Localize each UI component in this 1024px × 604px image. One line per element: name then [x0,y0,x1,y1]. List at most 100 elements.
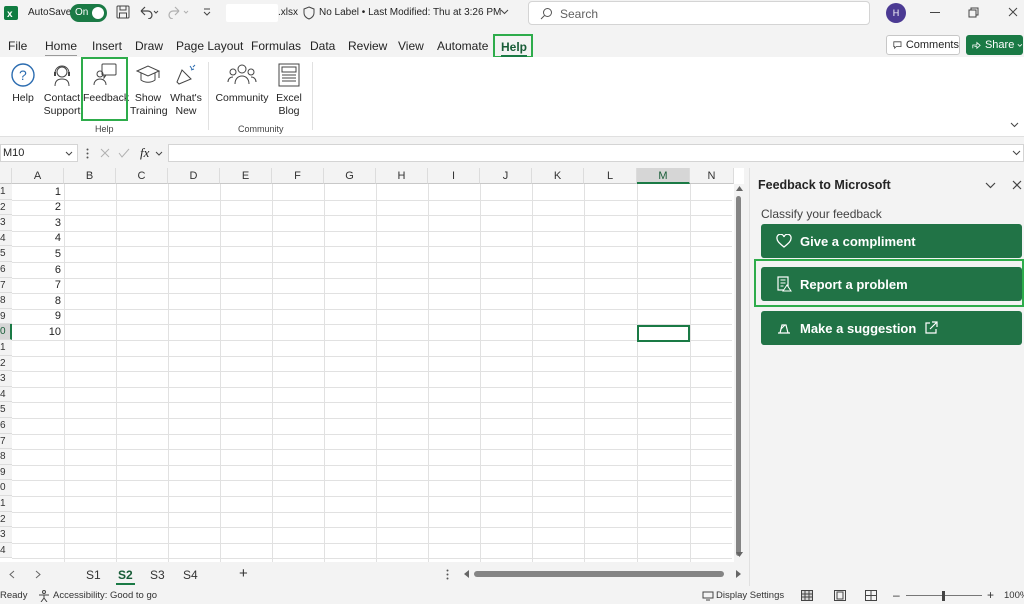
chevron-down-icon[interactable] [500,9,509,15]
horizontal-scroll-thumb[interactable] [474,571,724,577]
community-button[interactable]: Community [214,60,270,105]
row-header[interactable]: 7 [0,433,12,450]
sheet-tab-s3[interactable]: S3 [150,568,165,582]
row-header[interactable]: 8 [0,449,12,465]
cell-a9[interactable]: 9 [12,309,63,324]
column-header-c[interactable]: C [116,168,168,184]
row-header[interactable]: 7 [0,277,12,294]
restore-icon[interactable] [968,7,979,18]
scroll-left-icon[interactable] [464,570,469,578]
scroll-down-icon[interactable] [736,552,743,557]
zoom-out-button[interactable]: – [893,588,900,602]
row-header[interactable]: 4 [0,386,12,403]
column-header-d[interactable]: D [168,168,220,184]
insert-function-button[interactable]: fx [140,145,149,161]
avatar[interactable]: H [886,3,906,23]
vertical-scrollbar[interactable] [734,184,744,562]
vertical-scroll-thumb[interactable] [736,196,741,556]
row-header[interactable]: 2 [0,199,12,216]
customize-qat-icon[interactable] [203,8,211,16]
formula-input[interactable] [168,144,1024,162]
tab-formulas[interactable]: Formulas [251,39,301,53]
row-header[interactable]: 1 [0,496,12,512]
undo-icon[interactable] [138,5,160,19]
redo-icon[interactable] [168,5,192,19]
show-training-button[interactable]: Show Training [130,60,168,118]
active-cell[interactable] [637,325,690,342]
tab-insert[interactable]: Insert [92,39,122,53]
cell-a6[interactable]: 6 [12,263,63,278]
column-header-k[interactable]: K [532,168,584,184]
column-header-a[interactable]: A [12,168,64,184]
column-header-e[interactable]: E [220,168,272,184]
accessibility-status[interactable]: Accessibility: Good to go [53,590,157,601]
tab-page-layout[interactable]: Page Layout [176,39,243,53]
collapse-ribbon-icon[interactable] [1010,122,1019,128]
row-header[interactable]: 9 [0,308,12,325]
report-problem-button[interactable]: Report a problem [761,267,1022,301]
cell-a8[interactable]: 8 [12,294,63,309]
row-header[interactable]: 0 [0,324,12,340]
sheet-tab-s1[interactable]: S1 [86,568,101,582]
row-header[interactable]: 6 [0,418,12,434]
cell-a4[interactable]: 4 [12,231,63,246]
tab-draw[interactable]: Draw [135,39,163,53]
save-icon[interactable] [116,5,130,19]
cell-a10[interactable]: 10 [12,325,63,340]
autosave-toggle[interactable]: On [70,4,107,22]
row-header[interactable]: 9 [0,464,12,481]
minimize-icon[interactable] [930,12,940,14]
column-header-f[interactable]: F [272,168,324,184]
row-header[interactable]: 4 [0,542,12,559]
column-header-h[interactable]: H [376,168,428,184]
select-all-corner[interactable] [0,168,12,184]
column-header-g[interactable]: G [324,168,376,184]
sheet-grid[interactable]: ABCDEFGHIJKLMN 123456789012345678901234 … [0,168,744,562]
cell-a5[interactable]: 5 [12,247,63,262]
scroll-up-icon[interactable] [736,186,743,191]
cell-a1[interactable]: 1 [12,185,63,200]
scroll-right-icon[interactable] [736,570,741,578]
row-header[interactable]: 2 [0,355,12,372]
display-settings[interactable]: Display Settings [716,590,784,601]
row-header[interactable]: 8 [0,293,12,309]
zoom-level[interactable]: 100% [1004,590,1024,601]
share-button[interactable]: Share [966,35,1023,55]
excel-blog-button[interactable]: Excel Blog [274,60,304,118]
close-icon[interactable] [1008,7,1018,17]
column-header-n[interactable]: N [690,168,734,184]
tab-help[interactable]: Help [493,34,533,58]
cancel-icon[interactable] [100,148,110,158]
row-header[interactable]: 5 [0,246,12,262]
row-header[interactable]: 3 [0,371,12,387]
tab-review[interactable]: Review [348,39,387,53]
comments-button[interactable]: Comments [886,35,960,55]
cell-a2[interactable]: 2 [12,200,63,215]
cell-a7[interactable]: 7 [12,278,63,293]
tab-data[interactable]: Data [310,39,335,53]
zoom-in-button[interactable]: + [987,588,994,602]
cell-a3[interactable]: 3 [12,216,63,231]
scroll-right-icon[interactable] [35,570,41,579]
column-header-j[interactable]: J [480,168,532,184]
tab-home[interactable]: Home [45,39,78,56]
sheet-tab-s4[interactable]: S4 [183,568,198,582]
tab-automate[interactable]: Automate [437,39,488,53]
add-sheet-button[interactable]: + [239,565,248,582]
tab-file[interactable]: File [8,39,27,53]
row-header[interactable]: 1 [0,184,12,200]
whats-new-button[interactable]: What's New [168,60,204,118]
enter-icon[interactable] [118,148,130,158]
row-header[interactable]: 4 [0,230,12,247]
row-header[interactable]: 6 [0,262,12,278]
sheet-tab-s2[interactable]: S2 [116,568,135,585]
label-status[interactable]: No Label • Last Modified: Thu at 3:26 PM [319,7,501,18]
row-header[interactable]: 5 [0,402,12,418]
row-header[interactable]: 1 [0,340,12,356]
page-layout-view-icon[interactable] [834,590,846,601]
column-header-m[interactable]: M [637,168,690,184]
contact-support-button[interactable]: Contact Support [43,60,81,118]
more-options-icon[interactable] [86,148,89,159]
column-header-i[interactable]: I [428,168,480,184]
column-header-l[interactable]: L [584,168,637,184]
